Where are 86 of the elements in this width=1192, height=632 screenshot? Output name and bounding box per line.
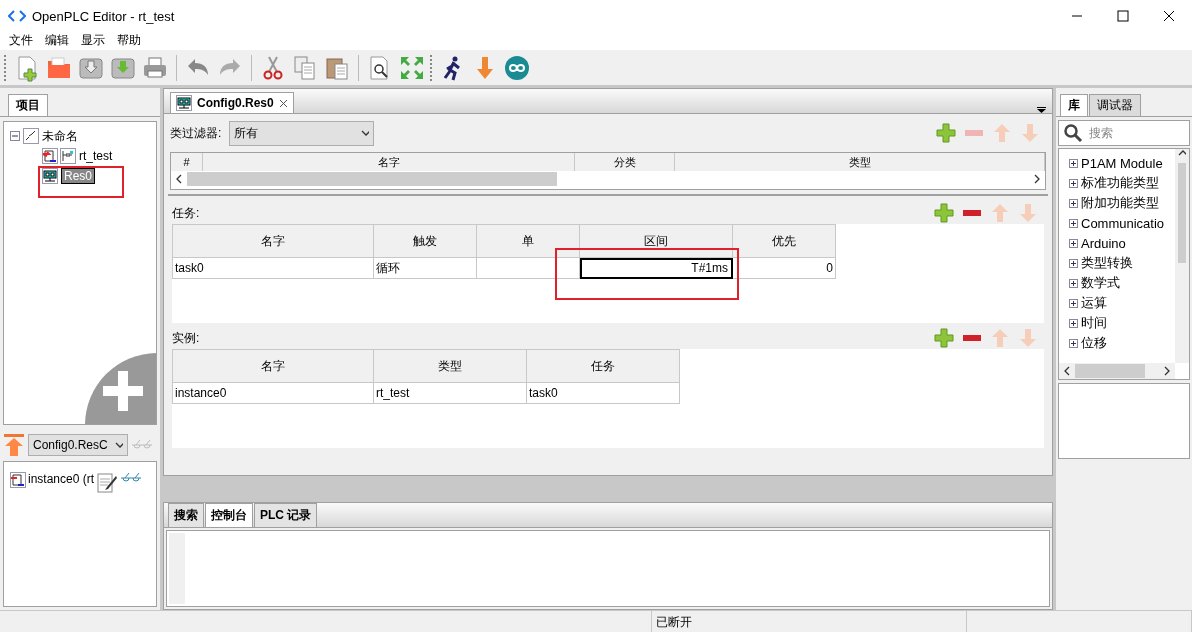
window-title: OpenPLC Editor - rt_test	[32, 8, 176, 24]
panel-tab[interactable]: 控制台	[205, 503, 253, 527]
close-icon[interactable]	[278, 98, 288, 108]
expand-icon[interactable]	[1069, 298, 1078, 308]
expand-icon[interactable]	[1069, 198, 1078, 208]
scrollbar-thumb[interactable]	[1178, 163, 1186, 263]
scrollbar-thumb[interactable]	[187, 172, 557, 186]
menu-item[interactable]: 文件	[4, 32, 38, 50]
add-icon[interactable]	[85, 353, 156, 424]
edit-document-icon[interactable]	[96, 472, 119, 494]
expand-icon[interactable]	[1069, 178, 1078, 188]
instance-item[interactable]: instance0 (rt	[28, 472, 95, 486]
column-header: 优先	[732, 224, 836, 258]
table-cell: 循环	[373, 257, 477, 279]
library-item[interactable]: 类型转换	[1081, 254, 1133, 272]
resource-icon	[176, 95, 192, 111]
glasses-icon[interactable]	[120, 472, 143, 484]
status-text: 已断开	[652, 611, 967, 632]
library-item[interactable]: Communicatio	[1081, 215, 1165, 231]
section-label: 实例:	[172, 329, 200, 347]
column-header: 名字	[172, 349, 374, 383]
code-icon	[8, 9, 26, 23]
panel-tab[interactable]: 项目	[8, 94, 48, 116]
scroll-left-icon[interactable]	[1063, 366, 1071, 376]
table-cell: instance0	[172, 382, 374, 404]
interval-field[interactable]: T#1ms	[579, 257, 733, 279]
tree-item[interactable]: Res0	[61, 168, 95, 184]
column-header: 触发	[373, 224, 477, 258]
program-icon	[42, 148, 58, 164]
panel-tab[interactable]: 搜索	[168, 503, 204, 527]
expand-icon[interactable]	[1069, 338, 1078, 348]
library-item[interactable]: 数学式	[1081, 274, 1120, 292]
menu-item[interactable]: 显示	[76, 32, 110, 50]
add-icon[interactable]	[934, 328, 954, 348]
caret-icon[interactable]	[115, 440, 123, 450]
library-item[interactable]: 标准功能类型	[1081, 174, 1159, 192]
filter-dropdown[interactable]: 所有	[229, 120, 375, 146]
table-cell: 0	[732, 257, 836, 279]
menu-item[interactable]: 编辑	[40, 32, 74, 50]
caret-icon[interactable]	[361, 128, 370, 138]
resource-icon	[42, 168, 58, 184]
search-field[interactable]: 搜索	[1058, 120, 1190, 146]
section-label: 任务:	[172, 204, 200, 222]
tree-item[interactable]: 未命名	[42, 127, 78, 145]
dropdown-arrow-icon[interactable]	[1037, 107, 1046, 113]
filter-label: 类过滤器:	[170, 124, 222, 142]
editor-tab[interactable]: Config0.Res0	[170, 92, 294, 113]
column-header: 类型	[373, 349, 527, 383]
column-header: 名字	[172, 224, 374, 258]
tree-item[interactable]: rt_test	[79, 149, 113, 163]
column-header: 单	[476, 224, 580, 258]
expand-icon[interactable]	[1069, 238, 1078, 248]
library-item[interactable]: P1AM Module	[1081, 155, 1163, 171]
scroll-right-icon[interactable]	[1033, 174, 1041, 184]
panel-tab[interactable]: 库	[1060, 94, 1088, 116]
library-item[interactable]: Arduino	[1081, 235, 1126, 251]
expand-icon[interactable]	[1069, 278, 1078, 288]
panel-tab[interactable]: 调试器	[1089, 94, 1141, 116]
ladder-icon	[60, 148, 76, 164]
table-cell: task0	[526, 382, 680, 404]
library-item[interactable]: 运算	[1081, 294, 1107, 312]
column-header: 区间	[579, 224, 733, 258]
table-cell: rt_test	[373, 382, 527, 404]
infinity-logo-icon[interactable]	[503, 53, 531, 82]
resource-dropdown[interactable]: Config0.ResC	[28, 434, 128, 456]
library-item[interactable]: 附加功能类型	[1081, 194, 1159, 212]
table-cell: task0	[172, 257, 374, 279]
menu-item[interactable]: 帮助	[112, 32, 146, 50]
plc-icon	[23, 128, 39, 144]
scroll-right-icon[interactable]	[1163, 366, 1171, 376]
add-icon[interactable]	[934, 203, 954, 223]
panel-tab[interactable]: PLC 记录	[254, 503, 318, 527]
expand-icon[interactable]	[1069, 318, 1078, 328]
scroll-left-icon[interactable]	[175, 174, 183, 184]
library-item[interactable]: 位移	[1081, 334, 1107, 352]
expand-icon[interactable]	[1069, 158, 1078, 168]
library-item[interactable]: 时间	[1081, 314, 1107, 332]
scrollbar-thumb[interactable]	[1075, 364, 1145, 378]
column-header: 任务	[526, 349, 680, 383]
expand-icon[interactable]	[1069, 258, 1078, 268]
expand-icon[interactable]	[1069, 218, 1078, 228]
add-icon[interactable]	[936, 123, 956, 143]
collapse-icon[interactable]	[10, 131, 20, 141]
search-icon	[1063, 123, 1083, 143]
program-icon	[10, 472, 26, 488]
up-arrow-icon[interactable]	[3, 433, 25, 457]
